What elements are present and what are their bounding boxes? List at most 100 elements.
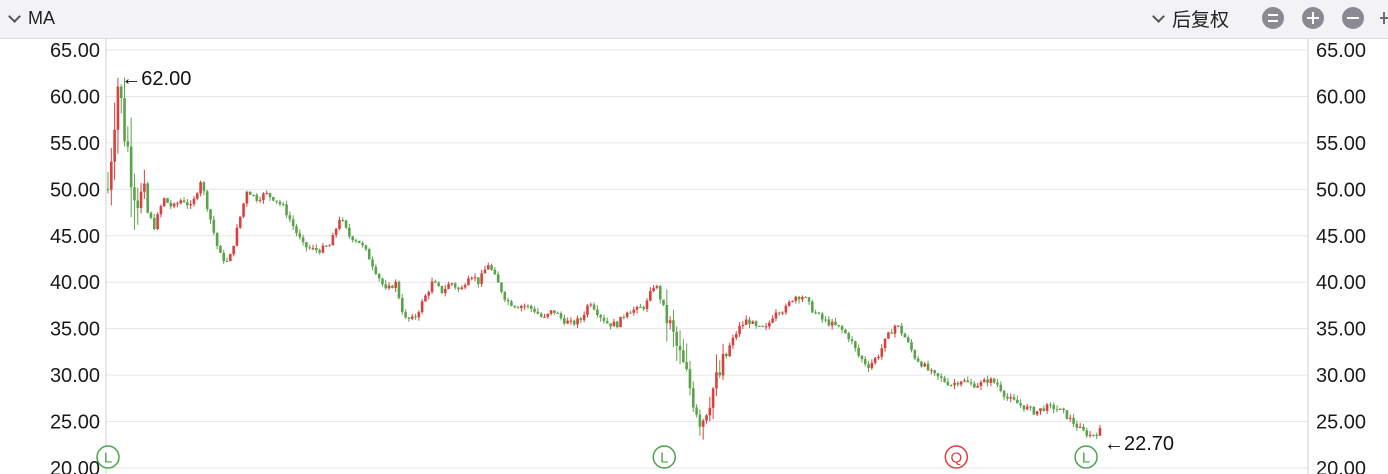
candle-body: [873, 358, 877, 363]
candle-body: [926, 363, 930, 371]
candle-body: [569, 320, 573, 322]
candle-body: [529, 305, 533, 309]
candle-body: [576, 318, 579, 325]
candle-body: [212, 219, 216, 233]
candle-body: [933, 370, 936, 374]
candle-body: [827, 319, 831, 326]
price-annotation: ←62.00: [121, 68, 191, 90]
candle-body: [635, 306, 639, 310]
candlestick-chart[interactable]: 65.00 65.00 60.00 60.00 55.00 55.00 50.00 50.00…: [0, 38, 1388, 474]
y-tick-label-left: 40.00: [50, 272, 100, 294]
candle-body: [265, 193, 269, 195]
candle-body: [156, 214, 159, 230]
candle-body: [477, 277, 480, 284]
candle-body: [939, 376, 943, 379]
y-tick-label-left: 55.00: [50, 133, 100, 155]
candle-body: [417, 312, 421, 318]
candle-body: [182, 200, 186, 203]
candle-body: [655, 286, 659, 288]
candle-body: [526, 305, 530, 307]
candle-body: [252, 194, 255, 196]
zoom-in-button[interactable]: [1302, 7, 1324, 29]
candle-body: [731, 337, 735, 346]
candle-body: [592, 304, 596, 310]
candle-body: [943, 378, 946, 382]
candle-body: [725, 353, 728, 357]
candle-body: [387, 285, 391, 289]
candle-body: [493, 269, 497, 275]
candle-body: [248, 191, 252, 195]
ma-label: MA: [28, 7, 55, 28]
candle-body: [678, 345, 682, 351]
candle-body: [1002, 390, 1006, 397]
candle-body: [893, 325, 897, 334]
candle-body: [506, 299, 510, 302]
event-marker-label: L: [660, 450, 668, 467]
candle-body: [1035, 411, 1039, 415]
ma-toggle[interactable]: MA: [6, 6, 55, 30]
candle-body: [1059, 408, 1062, 410]
candle-body: [447, 283, 450, 289]
candle-body: [721, 353, 725, 376]
candle-body: [860, 355, 864, 360]
candle-body: [344, 220, 348, 228]
candle-body: [553, 310, 556, 313]
candle-body: [625, 312, 629, 317]
candle-body: [533, 308, 536, 312]
candle-body: [1039, 408, 1042, 412]
candle-body: [632, 309, 636, 313]
candle-body: [245, 191, 249, 204]
candle-body: [738, 325, 741, 334]
candle-body: [1049, 404, 1052, 406]
candle-body: [668, 320, 672, 324]
candle-body: [543, 316, 546, 318]
candle-body: [513, 305, 517, 308]
candle-body: [652, 287, 655, 291]
candle-body: [341, 219, 345, 221]
candle-body: [900, 325, 903, 334]
candle-body: [817, 312, 821, 314]
candle-body: [404, 312, 407, 318]
candle-body: [473, 277, 477, 279]
candle-body: [599, 314, 602, 318]
candle-body: [1078, 426, 1082, 428]
candle-body: [797, 296, 801, 300]
candle-body: [463, 285, 467, 288]
candle-body: [665, 304, 669, 324]
candle-body: [867, 364, 870, 369]
candle-body: [308, 247, 312, 249]
candle-body: [209, 209, 212, 220]
candle-body: [586, 305, 589, 315]
candle-body: [863, 359, 867, 365]
candle-body: [582, 314, 586, 320]
candle-body: [549, 310, 553, 314]
candle-body: [225, 261, 229, 263]
candle-body: [1006, 396, 1009, 399]
candle-body: [662, 299, 665, 305]
candle-body: [619, 316, 622, 328]
candle-body: [1052, 404, 1056, 410]
candle-body: [496, 274, 500, 283]
candle-body: [106, 189, 110, 191]
y-tick-label-right: 20.00: [1316, 458, 1366, 474]
candle-body: [715, 372, 718, 389]
candle-body: [516, 307, 520, 309]
candle-body: [291, 219, 295, 227]
candle-body: [718, 372, 722, 376]
candle-body: [691, 388, 695, 408]
plus-icon[interactable]: [1378, 10, 1388, 26]
candle-body: [546, 313, 550, 317]
zoom-out-button[interactable]: [1342, 7, 1364, 29]
candle-body: [658, 286, 662, 300]
candle-body: [744, 319, 748, 325]
price-adjust-dropdown[interactable]: 后复权: [1150, 6, 1229, 31]
candle-body: [764, 326, 768, 328]
y-tick-label-left: 20.00: [50, 458, 100, 474]
candle-body: [520, 306, 523, 308]
candle-body: [606, 321, 609, 324]
candle-body: [311, 248, 315, 250]
candle-body: [136, 200, 140, 208]
equal-icon[interactable]: [1262, 7, 1284, 29]
candle-body: [761, 325, 765, 327]
y-tick-label-right: 50.00: [1316, 179, 1366, 201]
